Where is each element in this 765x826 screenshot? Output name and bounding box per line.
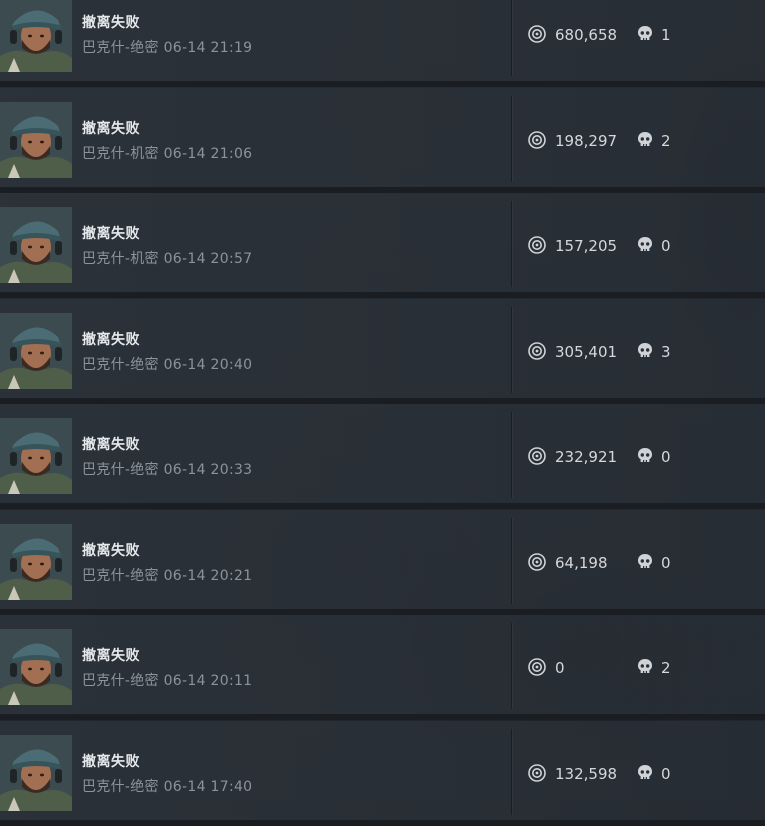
skull-icon — [638, 26, 652, 41]
coin-icon — [528, 552, 546, 571]
extraction-result: 撤离失败 — [82, 753, 140, 770]
map-and-time: 巴克什-绝密 06-14 17:40 — [82, 778, 253, 795]
coin-icon — [528, 447, 546, 465]
coin-icon — [528, 236, 546, 254]
kill-count: 3 — [661, 342, 671, 361]
loot-value: 64,198 — [555, 553, 608, 572]
kill-count: 0 — [661, 764, 671, 783]
kill-count: 2 — [661, 131, 671, 150]
coin-icon — [528, 341, 546, 360]
match-record-row[interactable]: 撤离失败 巴克什-绝密 06-14 20:33 232,921 0 — [0, 404, 765, 509]
coin-icon — [528, 130, 546, 149]
operator-avatar — [0, 629, 72, 705]
divider — [511, 412, 512, 498]
operator-avatar — [0, 312, 72, 389]
coin-icon — [528, 25, 546, 43]
loot-value: 232,921 — [555, 448, 618, 466]
extraction-result: 撤离失败 — [82, 226, 140, 242]
map-and-time: 巴克什-机密 06-14 20:57 — [82, 251, 253, 267]
divider — [511, 623, 512, 709]
divider — [511, 517, 512, 604]
extraction-result: 撤离失败 — [82, 437, 140, 453]
match-record-row[interactable]: 撤离失败 巴克什-绝密 06-14 17:40 132,598 0 — [0, 720, 765, 826]
operator-avatar — [0, 101, 72, 178]
skull-icon — [638, 237, 652, 252]
match-record-row[interactable]: 撤离失败 巴克什-机密 06-14 21:06 198,297 2 — [0, 87, 765, 193]
skull-icon — [638, 764, 652, 779]
coin-icon — [528, 763, 546, 782]
extraction-result: 撤离失败 — [82, 15, 140, 31]
kill-count: 2 — [661, 659, 671, 677]
map-and-time: 巴克什-绝密 06-14 20:11 — [82, 673, 253, 689]
loot-value: 157,205 — [555, 237, 618, 255]
match-record-row[interactable]: 撤离失败 巴克什-绝密 06-14 20:21 64,198 0 — [0, 509, 765, 615]
skull-icon — [638, 553, 652, 568]
operator-avatar — [0, 207, 72, 283]
divider — [511, 95, 512, 182]
loot-value: 0 — [555, 659, 565, 677]
kill-count: 0 — [661, 448, 671, 466]
extraction-result: 撤离失败 — [82, 648, 140, 664]
match-record-row[interactable]: 撤离失败 巴克什-绝密 06-14 20:40 305,401 3 — [0, 298, 765, 404]
skull-icon — [638, 342, 652, 357]
map-and-time: 巴克什-绝密 06-14 20:21 — [82, 567, 253, 584]
operator-avatar — [0, 418, 72, 494]
loot-value: 198,297 — [555, 131, 618, 150]
skull-icon — [638, 448, 652, 463]
loot-value: 305,401 — [555, 342, 618, 361]
kill-count: 1 — [661, 26, 671, 44]
divider — [511, 0, 512, 76]
coin-icon — [528, 658, 546, 676]
match-record-row[interactable]: 撤离失败 巴克什-绝密 06-14 21:19 680,658 1 — [0, 0, 765, 87]
match-record-row[interactable]: 撤离失败 巴克什-机密 06-14 20:57 157,205 0 — [0, 193, 765, 298]
operator-avatar — [0, 0, 72, 72]
operator-avatar — [0, 523, 72, 600]
extraction-result: 撤离失败 — [82, 331, 140, 348]
skull-icon — [638, 131, 652, 146]
map-and-time: 巴克什-绝密 06-14 20:40 — [82, 356, 253, 373]
divider — [511, 201, 512, 287]
extraction-result: 撤离失败 — [82, 542, 140, 559]
kill-count: 0 — [661, 237, 671, 255]
kill-count: 0 — [661, 553, 671, 572]
divider — [511, 306, 512, 393]
loot-value: 132,598 — [555, 764, 618, 783]
match-record-row[interactable]: 撤离失败 巴克什-绝密 06-14 20:11 0 2 — [0, 615, 765, 720]
divider — [511, 728, 512, 815]
operator-avatar — [0, 734, 72, 811]
extraction-result: 撤离失败 — [82, 120, 140, 137]
skull-icon — [638, 659, 652, 674]
match-history-list[interactable]: 撤离失败 巴克什-绝密 06-14 21:19 680,658 1 撤离失败 巴… — [0, 0, 765, 826]
map-and-time: 巴克什-绝密 06-14 21:19 — [82, 40, 253, 56]
map-and-time: 巴克什-机密 06-14 21:06 — [82, 145, 253, 162]
loot-value: 680,658 — [555, 26, 618, 44]
map-and-time: 巴克什-绝密 06-14 20:33 — [82, 462, 253, 478]
